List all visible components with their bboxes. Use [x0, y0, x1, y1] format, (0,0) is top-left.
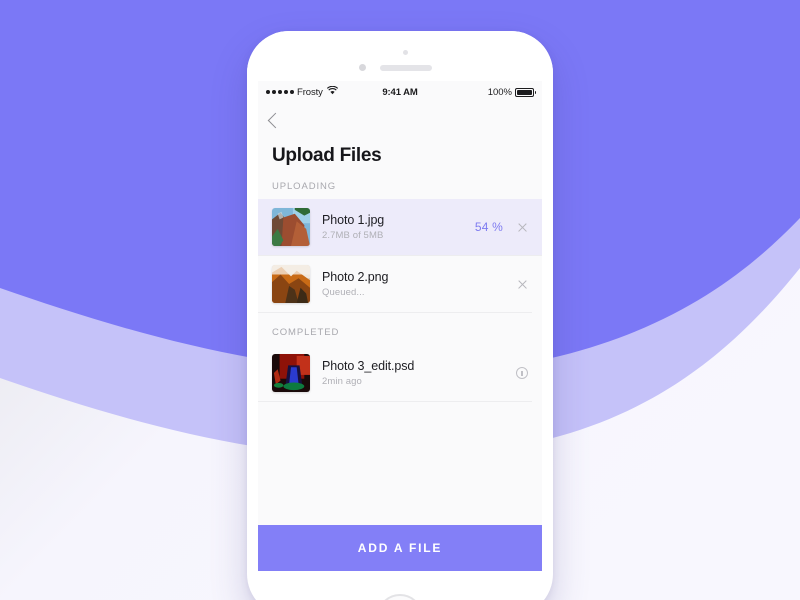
file-name: Photo 2.png — [322, 270, 389, 284]
upload-row-actions: 54 % — [475, 220, 528, 234]
upload-row-photo-1[interactable]: Photo 1.jpg 2.7MB of 5MB 54 % — [258, 199, 542, 255]
earpiece-speaker-icon — [380, 65, 432, 71]
add-file-button[interactable]: ADD A FILE — [258, 525, 542, 571]
thumbnail-abstract-red-blue-photo — [272, 354, 310, 392]
upload-row-text: Photo 1.jpg 2.7MB of 5MB — [322, 213, 475, 241]
thumbnail-canyon-cliff-photo — [272, 208, 310, 246]
file-meta: Queued... — [322, 287, 365, 298]
page-title: Upload Files — [272, 145, 382, 166]
completed-row-actions — [516, 367, 528, 379]
file-meta: 2.7MB of 5MB — [322, 230, 384, 241]
proximity-sensor-icon — [359, 64, 366, 71]
battery-full-icon — [515, 87, 537, 97]
thumbnail-autumn-forest-photo — [272, 265, 310, 303]
front-camera-icon — [403, 50, 408, 55]
wifi-icon — [326, 85, 338, 98]
status-bar: Frosty 9:41 AM 100% — [258, 81, 542, 103]
status-bar-left: Frosty — [266, 85, 382, 98]
status-bar-time: 9:41 AM — [382, 86, 418, 98]
close-icon[interactable] — [517, 279, 528, 290]
screenshot-canvas: Frosty 9:41 AM 100% Upload Files UPLOADI… — [0, 0, 800, 600]
info-icon[interactable] — [516, 367, 528, 379]
bottom-divider — [258, 401, 532, 402]
phone-top-bezel — [247, 31, 553, 81]
completed-row-photo-3[interactable]: Photo 3_edit.psd 2min ago — [258, 345, 542, 401]
close-icon[interactable] — [517, 222, 528, 233]
upload-row-photo-2[interactable]: Photo 2.png Queued... — [258, 256, 542, 312]
signal-dots-icon — [266, 90, 294, 94]
phone-screen: Frosty 9:41 AM 100% Upload Files UPLOADI… — [258, 81, 542, 571]
battery-percent-label: 100% — [487, 86, 513, 98]
upload-progress-label: 54 % — [474, 220, 503, 234]
upload-row-text: Photo 2.png Queued... — [322, 270, 517, 298]
phone-device: Frosty 9:41 AM 100% Upload Files UPLOADI… — [247, 31, 553, 600]
navigation-bar — [258, 103, 542, 137]
chevron-left-icon[interactable] — [267, 112, 284, 128]
file-name: Photo 3_edit.psd — [322, 359, 415, 373]
status-bar-right: 100% — [418, 86, 537, 98]
home-button[interactable] — [377, 594, 423, 600]
section-label-uploading: UPLOADING — [272, 181, 337, 192]
completed-row-text: Photo 3_edit.psd 2min ago — [322, 359, 516, 387]
file-name: Photo 1.jpg — [322, 213, 385, 227]
file-meta: 2min ago — [322, 376, 362, 387]
carrier-label: Frosty — [297, 86, 323, 98]
section-label-completed: COMPLETED — [272, 327, 340, 338]
upload-row-actions — [517, 279, 528, 290]
